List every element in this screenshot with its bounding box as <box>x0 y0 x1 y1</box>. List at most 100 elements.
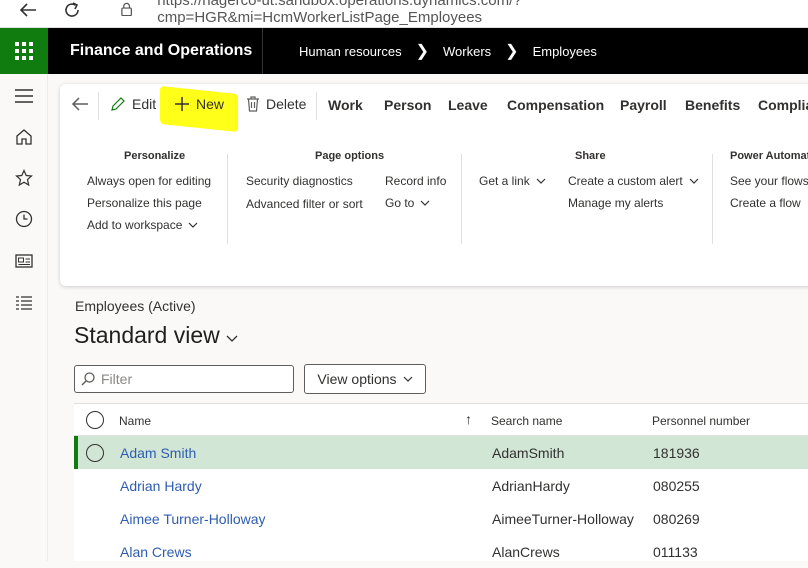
hamburger-menu-icon[interactable] <box>12 84 36 108</box>
employee-name-link[interactable]: Adam Smith <box>120 445 196 461</box>
tab-payroll[interactable]: Payroll <box>620 97 667 113</box>
browser-toolbar: https://hagerco-ut.sandbox.operations.dy… <box>0 0 808 28</box>
personnel-number-cell: 080255 <box>653 478 700 494</box>
address-url: https://hagerco-ut.sandbox.operations.dy… <box>157 0 522 26</box>
chevron-down-icon <box>420 200 430 206</box>
breadcrumb: Human resources ❯ Workers ❯ Employees <box>299 28 597 74</box>
always-open-for-editing-link[interactable]: Always open for editing <box>87 174 211 188</box>
personalize-group-title: Personalize <box>124 150 186 162</box>
view-options-button[interactable]: View options <box>304 364 426 394</box>
group-divider <box>461 154 462 244</box>
tab-leave[interactable]: Leave <box>448 97 488 113</box>
search-name-cell: AlanCrews <box>492 544 560 560</box>
address-bar[interactable]: https://hagerco-ut.sandbox.operations.dy… <box>100 0 808 26</box>
table-row[interactable]: Adam Smith AdamSmith 181936 <box>74 436 808 469</box>
selected-row-marker <box>74 436 78 469</box>
security-diagnostics-link[interactable]: Security diagnostics <box>246 174 353 188</box>
back-arrow-icon[interactable] <box>70 94 92 116</box>
personalize-page-link[interactable]: Personalize this page <box>87 196 202 210</box>
home-icon[interactable] <box>12 125 36 149</box>
favorites-star-icon[interactable] <box>12 166 36 190</box>
employee-name-link[interactable]: Adrian Hardy <box>120 478 202 494</box>
app-title[interactable]: Finance and Operations <box>70 28 252 74</box>
page-title: Standard view <box>74 322 220 348</box>
employee-name-link[interactable]: Aimee Turner-Holloway <box>120 511 266 527</box>
share-group-title: Share <box>575 150 606 162</box>
refresh-icon[interactable] <box>60 0 84 20</box>
delete-button[interactable]: Delete <box>246 96 306 112</box>
sort-ascending-icon[interactable]: ↑ <box>465 411 472 427</box>
create-custom-alert-label: Create a custom alert <box>568 174 683 188</box>
employee-name-link[interactable]: Alan Crews <box>120 544 192 560</box>
search-icon <box>81 372 95 386</box>
app-launcher-button[interactable] <box>0 28 48 74</box>
trash-icon <box>247 96 259 112</box>
add-to-workspace-menu[interactable]: Add to workspace <box>87 218 198 232</box>
chevron-down-icon <box>536 178 546 184</box>
lock-icon <box>121 2 132 16</box>
tab-benefits[interactable]: Benefits <box>685 97 740 113</box>
edit-button[interactable]: Edit <box>110 96 156 112</box>
new-button[interactable]: New <box>174 96 224 112</box>
personnel-number-cell: 181936 <box>653 445 700 461</box>
filter-box[interactable] <box>74 365 294 393</box>
add-to-workspace-label: Add to workspace <box>87 218 183 232</box>
tab-work[interactable]: Work <box>328 97 363 113</box>
grid-header: Name ↑ Search name Personnel number <box>74 404 808 436</box>
plus-icon <box>175 97 189 111</box>
create-custom-alert-menu[interactable]: Create a custom alert <box>568 174 699 188</box>
column-header-personnel-number[interactable]: Personnel number <box>652 414 750 428</box>
column-header-search-name[interactable]: Search name <box>491 414 562 428</box>
personnel-number-cell: 011133 <box>653 544 698 560</box>
breadcrumb-employees[interactable]: Employees <box>533 44 597 59</box>
get-a-link-menu[interactable]: Get a link <box>479 174 546 188</box>
breadcrumb-human-resources[interactable]: Human resources <box>299 44 402 59</box>
page-subtitle: Employees (Active) <box>75 298 196 314</box>
personnel-number-cell: 080269 <box>653 511 700 527</box>
tab-person[interactable]: Person <box>384 97 431 113</box>
breadcrumb-workers[interactable]: Workers <box>443 44 491 59</box>
record-info-link[interactable]: Record info <box>385 174 446 188</box>
table-row[interactable]: Aimee Turner-Holloway AimeeTurner-Hollow… <box>74 502 808 535</box>
modules-list-icon[interactable] <box>12 291 36 315</box>
chevron-down-icon <box>689 178 699 184</box>
chevron-right-icon: ❯ <box>415 43 430 60</box>
select-all-radio[interactable] <box>86 411 104 429</box>
search-name-cell: AdrianHardy <box>492 478 570 494</box>
toolbar-divider <box>98 92 99 120</box>
search-name-cell: AdamSmith <box>492 445 565 461</box>
navigation-pane <box>0 74 48 561</box>
edit-label: Edit <box>132 96 157 112</box>
see-your-flows-link[interactable]: See your flows <box>730 174 808 188</box>
page-options-group-title: Page options <box>315 150 385 162</box>
tab-compliance[interactable]: Complia <box>758 97 808 113</box>
chevron-down-icon <box>226 335 238 342</box>
new-label: New <box>196 96 225 112</box>
create-a-flow-link[interactable]: Create a flow <box>730 196 801 210</box>
tab-compensation[interactable]: Compensation <box>507 97 604 113</box>
recent-clock-icon[interactable] <box>12 207 36 231</box>
group-divider <box>227 154 228 244</box>
go-to-menu[interactable]: Go to <box>385 196 430 210</box>
power-automate-group-title: Power Automate <box>730 150 808 162</box>
get-a-link-label: Get a link <box>479 174 530 188</box>
filter-input[interactable] <box>101 371 281 387</box>
workspaces-icon[interactable] <box>12 249 36 273</box>
toolbar-divider <box>316 92 317 120</box>
column-header-name[interactable]: Name <box>119 414 151 428</box>
chevron-down-icon <box>403 376 412 382</box>
view-selector[interactable]: Standard view <box>74 322 238 349</box>
delete-label: Delete <box>266 96 307 112</box>
go-to-label: Go to <box>385 196 415 210</box>
back-arrow-icon[interactable] <box>16 0 40 20</box>
manage-my-alerts-link[interactable]: Manage my alerts <box>568 196 663 210</box>
chevron-down-icon <box>188 222 198 228</box>
advanced-filter-link[interactable]: Advanced filter or sort <box>246 197 363 211</box>
chevron-right-icon: ❯ <box>505 43 519 60</box>
pencil-icon <box>111 97 125 111</box>
row-select-radio[interactable] <box>86 444 104 462</box>
table-row[interactable]: Adrian Hardy AdrianHardy 080255 <box>74 469 808 502</box>
group-divider <box>712 154 713 244</box>
table-row[interactable]: Alan Crews AlanCrews 011133 <box>74 535 808 568</box>
app-header: Finance and Operations Human resources ❯… <box>0 28 808 74</box>
